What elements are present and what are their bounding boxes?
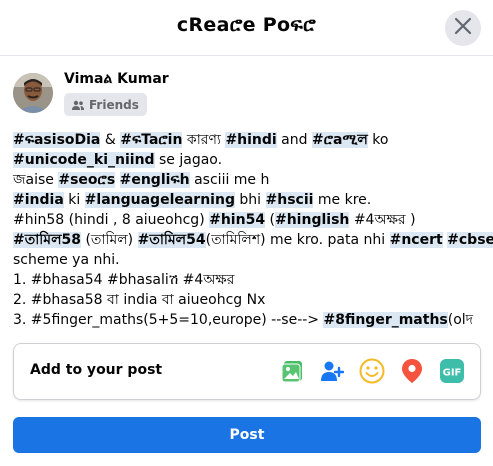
post-text-segment: and	[276, 132, 312, 148]
post-text-input[interactable]: #ፍasisoDia & #ፍTaሮin কারণ্য #hindi and #…	[13, 130, 493, 330]
post-text-line: জaise #seoሮs #engliፍh asciii me h	[13, 170, 483, 190]
dialog-header: cReaሮe Poፍሮ	[0, 0, 493, 56]
post-text-line: #তামিল58 (তামিল) #তামিল54(তামিলিশ) me kr…	[13, 230, 493, 250]
post-text-segment: bhi	[234, 192, 266, 208]
close-button[interactable]	[445, 10, 481, 46]
svg-text:GIF: GIF	[443, 368, 462, 379]
post-text-segment: scheme ya nhi.	[13, 252, 120, 268]
friends-icon	[72, 100, 84, 110]
hashtag-highlight: #ncert	[389, 232, 443, 248]
post-text-segment: me kre.	[313, 192, 372, 208]
post-text-segment: 2. #bhasa58 বা india বা aiueohcg Nx	[13, 292, 266, 308]
hashtag-highlight: #hindi	[225, 132, 277, 148]
post-text-line: #unicode_ki_niind se jagao.	[13, 150, 483, 170]
photo-video-icon[interactable]	[280, 358, 306, 384]
hashtag-highlight: #তামিল58	[13, 232, 81, 248]
hashtag-highlight: #hin54	[209, 212, 266, 228]
add-to-post-label: Add to your post	[30, 362, 163, 378]
hashtag-highlight: #seoሮs	[58, 172, 116, 188]
hashtag-highlight: #তামিল54	[137, 232, 206, 248]
post-text-line: 2. #bhasa58 বা india বা aiueohcg Nx	[13, 290, 483, 310]
hashtag-highlight: #india	[13, 192, 64, 208]
post-text-line: 3. #5finger_maths(5+5=10,europe) --se-->…	[13, 310, 483, 330]
post-text-segment: #hin58 (hindi , 8 aiueohcg)	[13, 212, 210, 228]
post-text-segment: জaise	[13, 172, 59, 188]
post-text-segment: 3. #5finger_maths(5+5=10,europe) --se-->	[13, 312, 324, 328]
hashtag-highlight: #ፍTaሮin	[120, 132, 183, 148]
audience-selector[interactable]: Friends	[64, 93, 147, 116]
post-text-segment: (	[265, 212, 275, 228]
hashtag-highlight: #ሮaሚল	[311, 132, 368, 148]
location-icon[interactable]	[399, 358, 425, 384]
avatar[interactable]	[13, 73, 53, 113]
post-text-line: #ፍasisoDia & #ፍTaሮin কারণ্য #hindi and #…	[13, 130, 483, 150]
post-text-line: scheme ya nhi.	[13, 250, 483, 270]
post-text-segment: (তামিলিশ) me kro. pata nhi	[205, 232, 390, 248]
gif-icon[interactable]: GIF	[439, 358, 465, 384]
post-text-line: #hin58 (hindi , 8 aiueohcg) #hin54 (#hin…	[13, 210, 483, 230]
post-text-segment: &	[100, 132, 121, 148]
hashtag-highlight: #ፍasisoDia	[13, 132, 101, 148]
post-text-segment: (তামিল)	[81, 232, 138, 248]
audience-label: Friends	[89, 97, 139, 112]
add-to-post-bar: Add to your post GIF	[13, 343, 481, 400]
hashtag-highlight: #engliፍh	[119, 172, 190, 188]
hashtag-highlight: #unicode_ki_niind	[13, 152, 155, 168]
post-text-segment: se jagao.	[154, 152, 223, 168]
hashtag-highlight: #hscii	[265, 192, 314, 208]
author-name: Vimaል Kumar	[64, 71, 169, 87]
post-text-segment: 1. #bhasa54 #bhasaliሽ #4অক্ষর	[13, 272, 235, 288]
hashtag-highlight: #hinglish	[274, 212, 350, 228]
post-text-segment: #4অক্ষর )	[349, 212, 416, 228]
feeling-icon[interactable]	[359, 358, 385, 384]
post-text-line: 1. #bhasa54 #bhasaliሽ #4অক্ষর	[13, 270, 483, 290]
hashtag-highlight: #cbse	[447, 232, 493, 248]
post-text-line: #india ki #languagelearning bhi #hscii m…	[13, 190, 483, 210]
post-text-segment: ko	[367, 132, 389, 148]
hashtag-highlight: #8finger_maths	[323, 312, 448, 328]
post-text-segment: ki	[63, 192, 85, 208]
close-icon	[454, 17, 472, 39]
dialog-title: cReaሮe Poፍሮ	[176, 14, 317, 36]
author-block: Vimaል Kumar Friends	[13, 71, 473, 117]
hashtag-highlight: #languagelearning	[84, 192, 235, 208]
post-button[interactable]: Post	[13, 417, 481, 453]
post-text-segment: (olদ	[447, 312, 474, 328]
post-text-segment: কারণ্য	[182, 132, 226, 148]
post-text-segment	[115, 172, 119, 188]
tag-people-icon[interactable]	[319, 358, 345, 384]
post-text-segment: asciii me h	[189, 172, 270, 188]
